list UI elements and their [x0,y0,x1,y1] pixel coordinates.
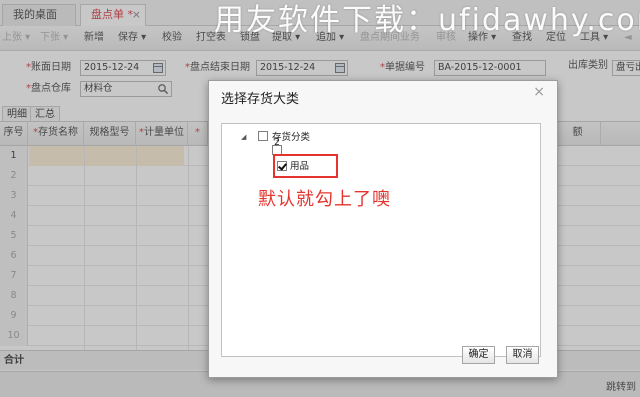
ok-button[interactable]: 确定 [462,346,495,364]
highlight-box [273,154,338,178]
category-2-label[interactable]: 2 [274,137,280,148]
category-root-checkbox[interactable] [258,131,268,141]
select-category-dialog: 选择存货大类 × ◢ 存货分类 2 用品 默认就勾上了噢 确定 取消 [208,80,558,378]
annotation-text: 默认就勾上了噢 [258,189,391,210]
cancel-button[interactable]: 取消 [506,346,539,364]
tree-expander-icon[interactable]: ◢ [241,133,246,141]
close-icon[interactable]: × [533,84,545,100]
category-tree: ◢ 存货分类 2 用品 默认就勾上了噢 [221,123,541,357]
watermark: 用友软件下载：ufidawhy.com [214,3,640,38]
dialog-title: 选择存货大类 [221,92,300,107]
